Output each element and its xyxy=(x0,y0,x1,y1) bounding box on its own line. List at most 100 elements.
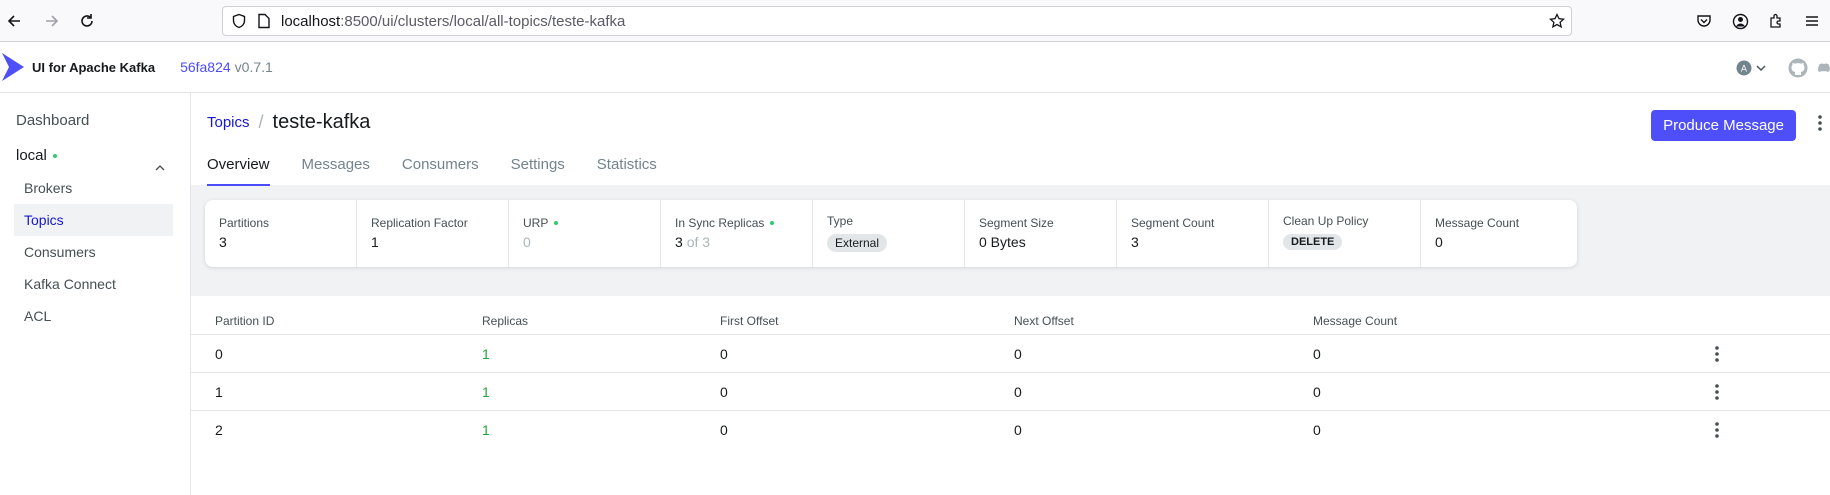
metric-urp: URP 0 xyxy=(509,200,661,267)
chevron-down-icon xyxy=(1756,64,1766,72)
table-row: 1 1 0 0 0 xyxy=(191,373,1830,411)
metric-label: In Sync Replicas xyxy=(675,216,765,230)
url-bar[interactable]: localhost:8500/ui/clusters/local/all-top… xyxy=(222,6,1572,36)
cell-next-offset: 0 xyxy=(1014,422,1022,438)
cell-partition-id: 1 xyxy=(215,383,223,400)
cell-message-count: 0 xyxy=(1313,422,1321,438)
metric-label: Partitions xyxy=(219,216,270,230)
metric-value: 0 xyxy=(523,234,531,250)
sidebar-item-kafka-connect[interactable]: Kafka Connect xyxy=(14,268,173,300)
main-content: Topics / teste-kafka Produce Message Ove… xyxy=(191,93,1830,495)
svg-text:A: A xyxy=(1741,64,1748,74)
app-header: UI for Apache Kafka 56fa824 v0.7.1 A xyxy=(0,42,1830,93)
cell-partition-id: 0 xyxy=(215,345,223,362)
produce-message-button[interactable]: Produce Message xyxy=(1651,110,1796,141)
metric-label: Replication Factor xyxy=(371,216,468,230)
metric-value: 3 xyxy=(219,234,227,250)
metric-label: Type xyxy=(827,214,854,228)
sidebar-item-topics[interactable]: Topics xyxy=(14,204,173,236)
pocket-icon[interactable] xyxy=(1686,0,1722,42)
metric-type: Type External xyxy=(813,200,965,267)
metric-segment-size: Segment Size 0 Bytes xyxy=(965,200,1117,267)
user-menu[interactable]: A xyxy=(1736,60,1766,76)
column-header: First Offset xyxy=(720,314,779,328)
column-header: Next Offset xyxy=(1014,314,1074,328)
shield-icon[interactable] xyxy=(231,13,247,29)
chevron-up-icon[interactable] xyxy=(155,152,165,184)
breadcrumb-topics[interactable]: Topics xyxy=(207,114,250,131)
page-title: teste-kafka xyxy=(272,110,371,133)
metric-cleanup-policy: Clean Up Policy DELETE xyxy=(1269,200,1421,267)
type-badge: External xyxy=(827,234,888,252)
urp-status-dot xyxy=(554,221,559,225)
metric-value: 1 xyxy=(371,234,379,250)
version-label: v0.7.1 xyxy=(234,59,273,75)
tab-statistics[interactable]: Statistics xyxy=(597,151,657,186)
discord-icon[interactable] xyxy=(1818,59,1830,77)
breadcrumb-separator: / xyxy=(258,111,264,132)
cluster-name: local xyxy=(16,147,47,164)
sidebar-cluster-local[interactable]: local xyxy=(14,140,175,172)
metric-in-sync-replicas: In Sync Replicas 3 of 3 xyxy=(661,200,813,267)
partitions-table: Partition ID Replicas First Offset Next … xyxy=(191,296,1830,449)
cell-message-count: 0 xyxy=(1313,345,1321,362)
sidebar-item-acl[interactable]: ACL xyxy=(14,300,173,332)
table-row: 0 1 0 0 0 xyxy=(191,335,1830,373)
cell-replicas: 1 xyxy=(482,383,490,400)
table-header: Partition ID Replicas First Offset Next … xyxy=(191,296,1830,335)
metric-partitions: Partitions 3 xyxy=(205,200,357,267)
account-icon[interactable] xyxy=(1722,0,1758,42)
commit-link[interactable]: 56fa824 xyxy=(180,59,231,75)
url-path: :8500/ui/clusters/local/all-topics/teste… xyxy=(340,12,626,30)
row-menu-icon[interactable] xyxy=(1697,383,1737,400)
metric-value-total: of 3 xyxy=(686,234,711,250)
in-sync-status-dot xyxy=(770,221,775,225)
sidebar-item-brokers[interactable]: Brokers xyxy=(14,172,173,204)
tab-consumers[interactable]: Consumers xyxy=(402,151,479,186)
row-menu-icon[interactable] xyxy=(1697,422,1737,438)
metric-value: 3 xyxy=(1131,234,1139,250)
metric-label: Segment Count xyxy=(1131,216,1215,230)
table-row: 2 1 0 0 0 xyxy=(191,411,1830,449)
extensions-icon[interactable] xyxy=(1758,0,1794,42)
metric-label: Clean Up Policy xyxy=(1283,214,1369,228)
back-icon[interactable] xyxy=(0,6,30,36)
cell-partition-id: 2 xyxy=(215,422,223,438)
metric-label: Segment Size xyxy=(979,216,1054,230)
menu-icon[interactable] xyxy=(1794,0,1830,42)
metric-label: Message Count xyxy=(1435,216,1520,230)
sidebar-item-dashboard[interactable]: Dashboard xyxy=(14,105,175,137)
metric-message-count: Message Count 0 xyxy=(1421,200,1573,267)
cell-next-offset: 0 xyxy=(1014,345,1022,362)
sidebar-item-consumers[interactable]: Consumers xyxy=(14,236,173,268)
page-header: Topics / teste-kafka Produce Message xyxy=(191,93,1830,151)
more-options-icon[interactable] xyxy=(1818,115,1822,136)
forward-icon[interactable] xyxy=(36,6,66,36)
cell-replicas: 1 xyxy=(482,422,490,438)
row-menu-icon[interactable] xyxy=(1697,345,1737,362)
github-icon[interactable] xyxy=(1788,58,1808,78)
app-name: UI for Apache Kafka xyxy=(32,59,156,75)
page-icon xyxy=(257,13,271,29)
column-header: Message Count xyxy=(1313,314,1398,328)
tab-settings[interactable]: Settings xyxy=(511,151,565,186)
cell-next-offset: 0 xyxy=(1014,383,1022,400)
version-info: 56fa824 v0.7.1 xyxy=(180,59,273,75)
cluster-status-dot xyxy=(52,154,57,158)
cell-first-offset: 0 xyxy=(720,383,728,400)
column-header: Replicas xyxy=(482,314,529,328)
metric-value: 0 Bytes xyxy=(979,234,1026,250)
cell-first-offset: 0 xyxy=(720,422,728,438)
app-logo[interactable]: UI for Apache Kafka xyxy=(2,53,155,81)
reload-icon[interactable] xyxy=(72,6,102,36)
metric-value: 0 xyxy=(1435,234,1443,250)
cell-replicas: 1 xyxy=(482,345,490,362)
metric-value: 3 xyxy=(675,234,683,250)
cell-message-count: 0 xyxy=(1313,383,1321,400)
tab-overview[interactable]: Overview xyxy=(207,151,270,186)
tab-messages[interactable]: Messages xyxy=(302,151,370,186)
kafka-logo-icon xyxy=(2,53,24,81)
column-header: Partition ID xyxy=(215,314,275,328)
cleanup-policy-badge: DELETE xyxy=(1283,234,1343,250)
bookmark-star-icon[interactable] xyxy=(1549,13,1565,29)
